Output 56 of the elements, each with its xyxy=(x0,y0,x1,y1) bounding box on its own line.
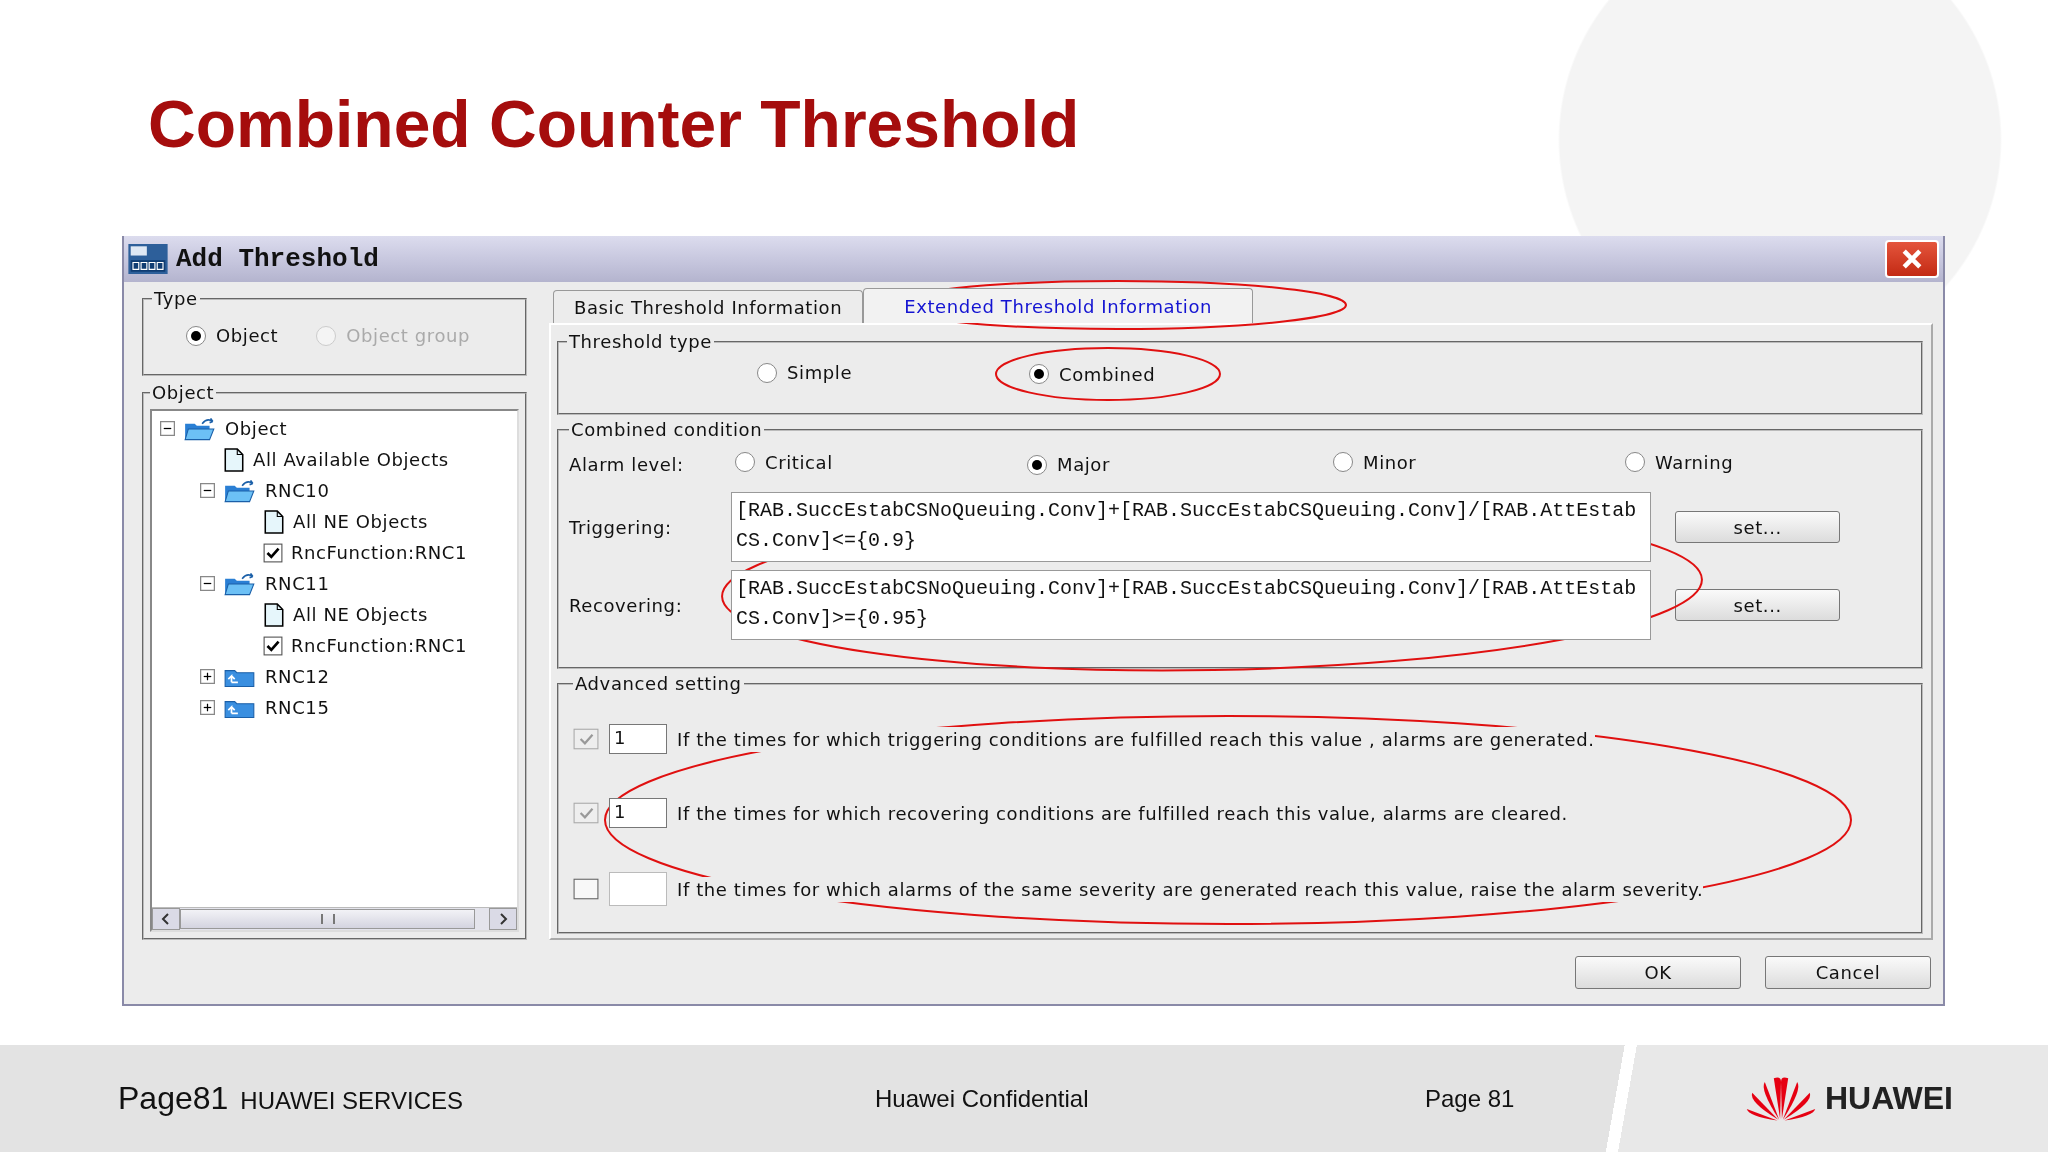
window-title: Add Threshold xyxy=(176,244,380,274)
tree-item[interactable]: RNC10 xyxy=(265,480,330,501)
expand-icon[interactable] xyxy=(200,669,215,684)
field-label: Recovering: xyxy=(569,594,684,616)
setting-description: If the times for which alarms of the same severity are generated reach this value, raise the alarm severity. xyxy=(677,876,1704,902)
group-title: Threshold type xyxy=(568,331,714,352)
logo-icon xyxy=(1745,1075,1817,1122)
document-icon xyxy=(263,602,285,627)
page-label: Page81 xyxy=(118,1080,229,1117)
tree-item[interactable]: RNC11 xyxy=(265,573,330,594)
checkbox[interactable] xyxy=(263,635,283,656)
scroll-left-icon[interactable] xyxy=(152,908,180,930)
group-title: Combined condition xyxy=(570,419,764,440)
confidentiality-note: Huawei Confidential xyxy=(874,1084,1090,1113)
group-title: Object xyxy=(151,382,216,403)
folder-icon xyxy=(223,571,257,596)
group-title: Advanced setting xyxy=(574,673,743,694)
document-icon xyxy=(263,509,285,534)
set-button[interactable]: set... xyxy=(1675,589,1841,621)
field-label: Triggering: xyxy=(569,516,673,538)
tree-item[interactable]: RNC15 xyxy=(265,697,330,718)
folder-icon xyxy=(183,416,217,441)
tab[interactable]: Basic Threshold Information xyxy=(553,290,864,323)
app-icon xyxy=(128,244,168,274)
expression-field[interactable]: [RAB.SuccEstabCSNoQueuing.Conv]+[RAB.SuccEstabCSQueuing.Conv]/[RAB.AttEstabCS.Conv]>={0.95} xyxy=(731,570,1652,640)
page-number: Page 81 xyxy=(1424,1084,1516,1113)
tree-item[interactable]: All NE Objects xyxy=(293,511,428,532)
tree-item[interactable]: Object xyxy=(225,418,288,439)
number-field[interactable] xyxy=(609,872,667,906)
collapse-icon[interactable] xyxy=(160,421,175,436)
document-icon xyxy=(223,447,245,472)
cancel-button[interactable]: Cancel xyxy=(1765,955,1931,989)
tree-item[interactable]: All Available Objects xyxy=(253,449,449,470)
checkbox[interactable] xyxy=(263,542,283,563)
scroll-right-icon[interactable] xyxy=(489,908,517,930)
field-label: Alarm level: xyxy=(569,453,685,475)
collapse-icon[interactable] xyxy=(200,483,215,498)
tab[interactable]: Extended Threshold Information xyxy=(863,288,1254,323)
close-button[interactable] xyxy=(1885,240,1939,278)
group-title: Type xyxy=(153,288,199,309)
expand-icon[interactable] xyxy=(200,700,215,715)
collapse-icon[interactable] xyxy=(200,576,215,591)
set-button[interactable]: set... xyxy=(1675,511,1841,543)
tree-item[interactable]: RncFunction:RNC1 xyxy=(291,542,468,563)
tree-item[interactable]: All NE Objects xyxy=(293,604,428,625)
logo-text: HUAWEI xyxy=(1825,1080,1953,1117)
checkbox[interactable] xyxy=(573,878,599,900)
ok-button[interactable]: OK xyxy=(1575,955,1741,989)
company-name: HUAWEI SERVICES xyxy=(240,1087,464,1115)
expression-field[interactable]: [RAB.SuccEstabCSNoQueuing.Conv]+[RAB.SuccEstabCSQueuing.Conv]/[RAB.AttEstabCS.Conv]<={0.9} xyxy=(731,492,1652,562)
tree-item[interactable]: RncFunction:RNC1 xyxy=(291,635,468,656)
folder-icon xyxy=(223,478,257,503)
horizontal-scrollbar[interactable] xyxy=(152,907,517,930)
tree-item[interactable]: RNC12 xyxy=(265,666,330,687)
slide-title: Combined Counter Threshold xyxy=(147,86,1081,163)
setting-description: If the times for which triggering conditions are fulfilled reach this value , alarms are generated. xyxy=(677,726,1595,752)
